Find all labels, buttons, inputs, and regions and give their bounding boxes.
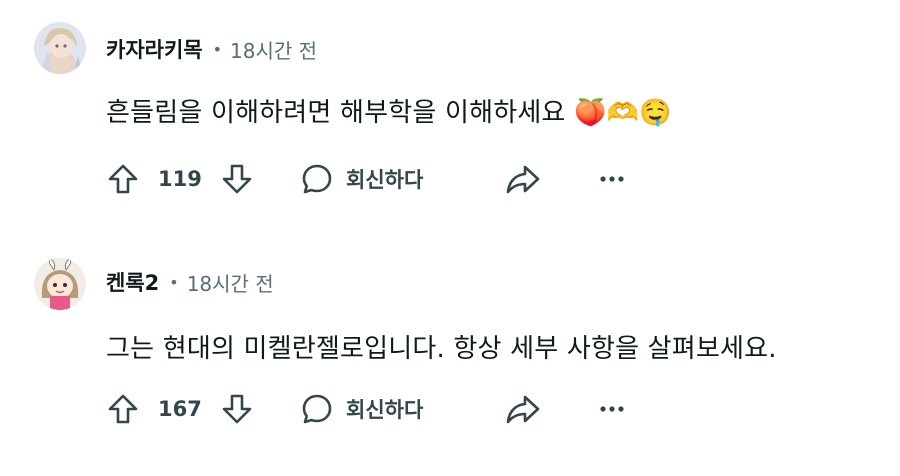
- reply-button[interactable]: 회신하다: [300, 384, 423, 434]
- separator-dot: •: [169, 272, 179, 292]
- ellipsis-icon: [600, 176, 624, 182]
- share-button[interactable]: [500, 384, 546, 434]
- upvote-button[interactable]: [100, 384, 146, 434]
- arrow-up-outline-icon: [108, 394, 138, 424]
- share-arrow-icon: [506, 165, 540, 194]
- arrow-down-outline-icon: [222, 394, 252, 424]
- comment-text: 흔들림을 이해하려면 해부학을 이해하세요 🍑🫶🤤: [106, 98, 672, 128]
- reply-button[interactable]: 회신하다: [300, 154, 423, 204]
- username[interactable]: 카자라키목: [106, 34, 203, 64]
- speech-bubble-icon: [302, 164, 332, 194]
- arrow-up-outline-icon: [108, 164, 138, 194]
- vote-score: 167: [158, 397, 202, 421]
- arrow-down-outline-icon: [222, 164, 252, 194]
- speech-bubble-icon: [302, 394, 332, 424]
- avatar[interactable]: [34, 22, 86, 74]
- timestamp: 18시간 전: [186, 271, 274, 296]
- separator-dot: •: [212, 39, 223, 59]
- reply-label: 회신하다: [346, 398, 424, 422]
- downvote-button[interactable]: [214, 384, 260, 434]
- upvote-button[interactable]: [100, 154, 146, 204]
- reply-label: 회신하다: [346, 168, 424, 192]
- more-options-button[interactable]: [592, 384, 632, 434]
- comment-meta: 켄록2 • 18시간 전: [106, 267, 274, 297]
- timestamp: 18시간 전: [230, 38, 318, 63]
- share-arrow-icon: [506, 395, 540, 424]
- vote-score: 119: [158, 167, 202, 191]
- comment-meta: 카자라키목 • 18시간 전: [106, 34, 317, 64]
- comment-text: 그는 현대의 미켈란젤로입니다. 항상 세부 사항을 살펴보세요.: [106, 334, 777, 364]
- ellipsis-icon: [600, 406, 624, 412]
- comment-actions: 167 회신하다: [100, 384, 700, 434]
- username[interactable]: 켄록2: [106, 267, 159, 297]
- comment-actions: 119 회신하다: [100, 154, 700, 204]
- more-options-button[interactable]: [592, 154, 632, 204]
- downvote-button[interactable]: [214, 154, 260, 204]
- avatar[interactable]: [34, 258, 86, 310]
- share-button[interactable]: [500, 154, 546, 204]
